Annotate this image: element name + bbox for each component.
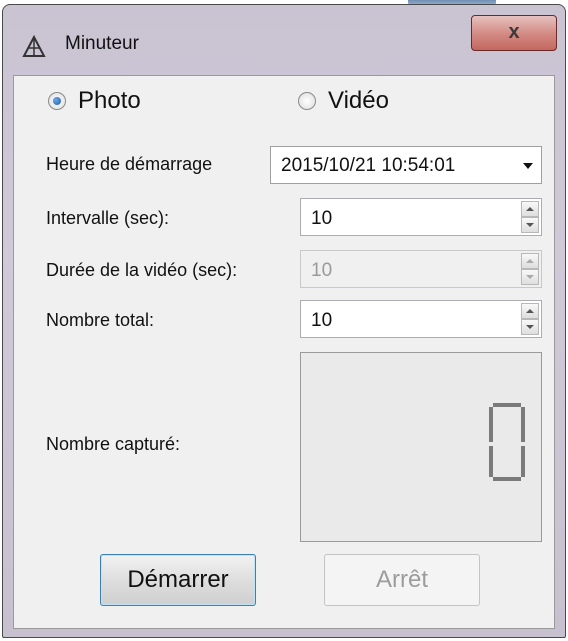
stop-button: Arrêt [324,554,480,606]
arrow-down-icon [526,223,534,227]
video-radio[interactable]: Vidéo [298,86,389,116]
arrow-up-icon [526,309,534,313]
title-bar[interactable]: Minuteur x [3,5,565,77]
photo-radio-label: Photo [78,87,141,114]
segment-f [489,407,493,442]
total-count-decrement-button[interactable] [521,319,539,335]
video-radio-label: Vidéo [328,87,389,114]
interval-decrement-button[interactable] [521,217,539,233]
segment-e [489,446,493,477]
video-radio-circle[interactable] [298,92,316,110]
captured-count-label: Nombre capturé: [46,434,181,454]
arrow-up-icon [526,207,534,211]
segment-a [493,403,521,407]
interval-spinner[interactable]: 10 [300,198,542,236]
interval-increment-button[interactable] [521,201,539,217]
total-count-spinner[interactable]: 10 [300,300,542,338]
radio-selected-dot [53,97,61,105]
close-button[interactable]: x [471,15,557,51]
captured-count-display [300,352,542,542]
photo-radio[interactable]: Photo [48,86,141,116]
total-count-label: Nombre total: [46,310,155,330]
segment-d [493,477,521,481]
stop-button-label: Arrêt [375,566,428,593]
video-duration-spinner: 10 [300,250,542,288]
video-duration-label: Durée de la vidéo (sec): [46,260,238,280]
start-time-label: Heure de démarrage [46,154,213,174]
video-duration-decrement-button [521,269,539,285]
minuteur-dialog: Minuteur x Photo Vidéo Heure de démarrag… [2,4,566,638]
video-duration-increment-button [521,253,539,269]
chevron-down-icon[interactable] [523,163,533,169]
interval-label: Intervalle (sec): [46,208,170,228]
arrow-up-icon [526,259,534,263]
photo-radio-circle[interactable] [48,92,66,110]
captured-count-digit [489,403,525,481]
video-duration-value: 10 [311,260,333,281]
total-count-value[interactable]: 10 [311,310,332,332]
timer-app-icon [22,34,46,57]
start-button[interactable]: Démarrer [100,554,256,606]
start-time-value: 2015/10/21 10:54:01 [281,155,456,176]
window-title: Minuteur [65,33,139,54]
arrow-down-icon [526,325,534,329]
start-button-label: Démarrer [127,566,229,593]
segment-c [521,446,525,477]
segment-b [521,407,525,442]
start-time-dropdown[interactable]: 2015/10/21 10:54:01 [270,146,542,184]
dialog-content: Photo Vidéo Heure de démarrage 2015/10/2… [13,75,555,629]
close-icon: x [508,21,520,43]
total-count-increment-button[interactable] [521,303,539,319]
arrow-down-icon [526,275,534,279]
interval-value[interactable]: 10 [311,208,332,230]
